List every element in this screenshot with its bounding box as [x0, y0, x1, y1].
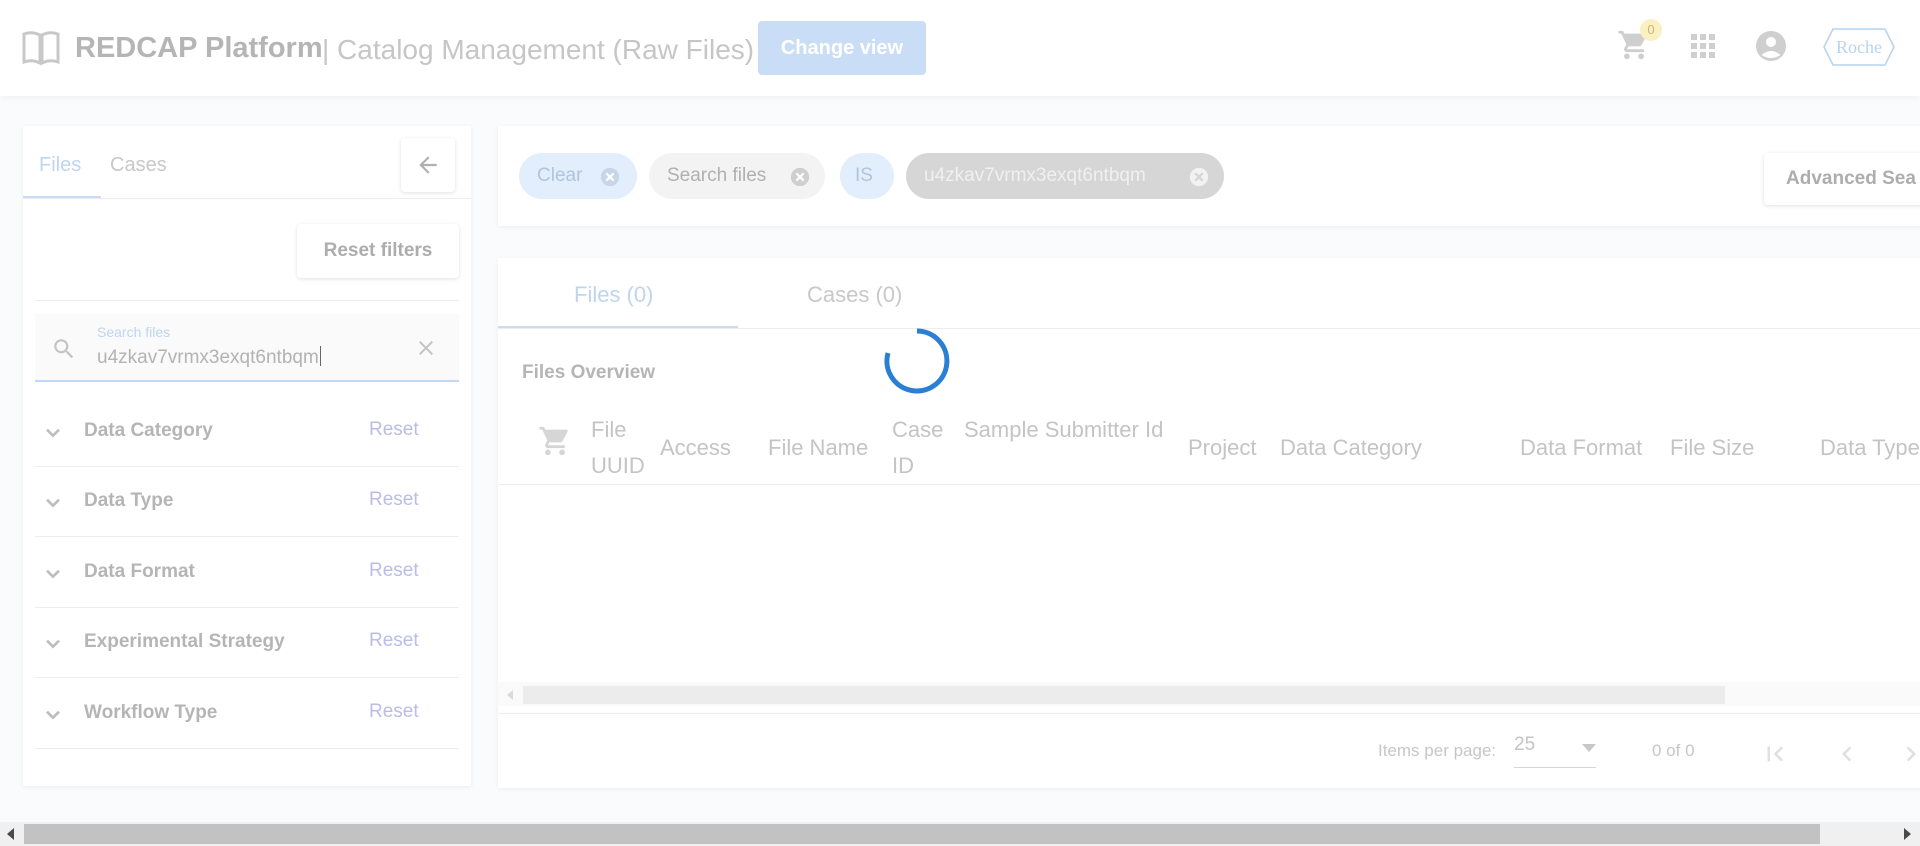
tab-files[interactable]: Files — [39, 154, 81, 177]
tab-cases-results[interactable]: Cases (0) — [807, 282, 902, 308]
column-header[interactable]: Sample Submitter Id — [964, 412, 1164, 448]
tab-cases[interactable]: Cases — [110, 154, 167, 177]
column-header[interactable]: File Name — [768, 430, 868, 466]
divider — [498, 328, 1920, 329]
arrow-left-icon — [419, 156, 437, 174]
chevron-down-icon — [46, 710, 60, 720]
filter-data-format[interactable]: Data Format Reset — [35, 538, 459, 608]
cart-count-badge: 0 — [1640, 19, 1662, 41]
search-files-input-text[interactable]: u4zkav7vrmx3exqt6ntbqm — [97, 346, 321, 369]
cancel-icon[interactable] — [1188, 166, 1210, 188]
filter-reset-link[interactable]: Reset — [369, 560, 419, 582]
items-per-page-value: 25 — [1514, 734, 1536, 755]
cart-column-icon[interactable] — [538, 424, 572, 458]
column-header[interactable]: Data Type — [1820, 430, 1920, 466]
column-header[interactable]: Project — [1188, 430, 1256, 466]
filter-reset-link[interactable]: Reset — [369, 701, 419, 723]
results-panel: Files (0) Cases (0) Files Overview File … — [498, 258, 1920, 788]
items-per-page-label: Items per page: — [1378, 741, 1497, 760]
chip-label: u4zkav7vrmx3exqt6ntbqm — [924, 165, 1146, 186]
divider — [498, 484, 1920, 485]
close-icon[interactable] — [414, 336, 438, 360]
search-files-value[interactable]: u4zkav7vrmx3exqt6ntbqm — [97, 347, 319, 368]
advanced-search-button[interactable]: Advanced Sea — [1764, 153, 1920, 205]
field-chip[interactable]: Search files — [649, 153, 825, 199]
filter-name: Data Format — [84, 561, 195, 582]
brand-name: REDCAP Platform — [75, 32, 323, 64]
divider — [35, 300, 459, 301]
items-per-page-select[interactable]: 25 — [1514, 734, 1596, 768]
next-page-icon[interactable] — [1896, 739, 1920, 769]
partner-logo-text: Roche — [1836, 37, 1882, 57]
page-scrollbar-thumb[interactable] — [24, 824, 1820, 844]
cancel-icon[interactable] — [599, 166, 621, 188]
chevron-down-icon — [46, 498, 60, 508]
text-cursor — [319, 346, 321, 366]
apps-grid-icon[interactable] — [1690, 33, 1716, 59]
change-view-button[interactable]: Change view — [758, 21, 926, 75]
chip-label: Clear — [537, 165, 583, 186]
chevron-down-icon — [46, 569, 60, 579]
chip-label: IS — [855, 165, 873, 186]
reset-filters-button[interactable]: Reset filters — [297, 224, 459, 278]
column-header[interactable]: Access — [660, 430, 731, 466]
clear-chip[interactable]: Clear — [519, 153, 637, 199]
value-chip[interactable]: u4zkav7vrmx3exqt6ntbqm — [906, 153, 1224, 199]
search-files-label: Search files — [97, 324, 171, 340]
account-circle-icon[interactable] — [1755, 30, 1787, 62]
chip-label: Search files — [667, 165, 767, 186]
operator-chip: IS — [840, 153, 894, 199]
filter-name: Data Category — [84, 420, 213, 441]
query-bar: Clear Search files IS u4zkav7vrmx3exqt6n… — [498, 126, 1920, 226]
page-subtitle: | Catalog Management (Raw Files) — [322, 34, 755, 65]
app-header: REDCAP Platform | Catalog Management (Ra… — [0, 0, 1920, 96]
divider — [498, 713, 1920, 714]
search-files-field[interactable]: Search files u4zkav7vrmx3exqt6ntbqm — [35, 314, 459, 382]
filter-experimental-strategy[interactable]: Experimental Strategy Reset — [35, 608, 459, 678]
filter-reset-link[interactable]: Reset — [369, 489, 419, 511]
scroll-left-icon[interactable] — [506, 690, 514, 700]
column-header[interactable]: File Size — [1670, 430, 1754, 466]
table-scrollbar-thumb[interactable] — [523, 686, 1725, 704]
filter-data-type[interactable]: Data Type Reset — [35, 467, 459, 537]
filter-reset-link[interactable]: Reset — [369, 419, 419, 441]
filter-name: Data Type — [84, 490, 174, 511]
column-header[interactable]: File UUID — [591, 412, 651, 484]
previous-page-icon[interactable] — [1832, 739, 1862, 769]
paginator-range: 0 of 0 — [1652, 741, 1695, 760]
search-icon — [54, 339, 74, 359]
cancel-icon[interactable] — [789, 166, 811, 188]
book-logo-icon — [22, 31, 60, 66]
files-overview-title: Files Overview — [522, 362, 656, 383]
column-header[interactable]: Case ID — [892, 412, 952, 484]
loading-spinner — [884, 328, 950, 394]
collapse-sidebar-button[interactable] — [401, 138, 455, 192]
filter-name: Workflow Type — [84, 702, 218, 723]
filter-name: Experimental Strategy — [84, 631, 285, 652]
filter-sidebar: Files Cases Reset filters Search files u… — [23, 126, 471, 786]
roche-logo: Roche — [1823, 28, 1895, 66]
filter-workflow-type[interactable]: Workflow Type Reset — [35, 679, 459, 749]
scroll-left-icon[interactable] — [6, 828, 16, 840]
column-header[interactable]: Data Category — [1280, 430, 1422, 466]
filter-reset-link[interactable]: Reset — [369, 630, 419, 652]
column-header[interactable]: Data Format — [1520, 430, 1642, 466]
dropdown-arrow-icon — [1582, 744, 1596, 752]
tab-files-results[interactable]: Files (0) — [574, 282, 653, 308]
filter-data-category[interactable]: Data Category Reset — [35, 397, 459, 467]
chevron-down-icon — [46, 639, 60, 649]
divider — [23, 198, 471, 199]
chevron-down-icon — [46, 428, 60, 438]
scroll-right-icon[interactable] — [1902, 828, 1912, 840]
first-page-icon[interactable] — [1760, 739, 1790, 769]
